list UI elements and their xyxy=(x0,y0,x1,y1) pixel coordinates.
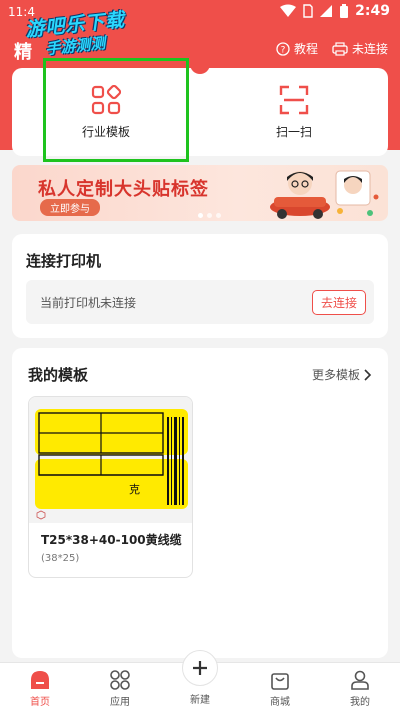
status-icons: 2:49 xyxy=(280,3,390,19)
home-icon xyxy=(31,671,49,689)
tutorial-label: 教程 xyxy=(293,42,318,56)
nav-new[interactable]: 新建 xyxy=(170,691,230,706)
banner-pagination xyxy=(198,213,221,218)
signal-icon xyxy=(320,5,333,17)
page-title: 精 xyxy=(14,42,32,63)
printer-card-title: 连接打印机 xyxy=(26,252,102,270)
banner-dot-1 xyxy=(198,213,203,218)
connect-printer-button[interactable]: 去连接 xyxy=(311,290,366,315)
chevron-right-icon xyxy=(364,368,372,381)
printer-icon xyxy=(332,41,348,56)
nav-shop-label: 商城 xyxy=(270,697,290,708)
plus-icon xyxy=(193,661,207,675)
scan-label: 扫一扫 xyxy=(275,124,312,139)
banner-join-button[interactable]: 立即参与 xyxy=(40,199,100,216)
printer-status-row: 当前打印机未连接 去连接 xyxy=(26,280,374,324)
printer-status-text: 当前打印机未连接 xyxy=(40,296,137,310)
profile-icon xyxy=(351,670,369,690)
shop-bag-icon xyxy=(271,673,289,690)
template-name: T25*38+40-100黄线缆 xyxy=(41,533,182,547)
template-size: (38*25) xyxy=(41,553,80,564)
new-button[interactable] xyxy=(182,650,218,686)
apps-icon xyxy=(110,670,130,690)
nav-home-label: 首页 xyxy=(30,697,50,708)
wifi-icon xyxy=(280,4,297,17)
nav-home[interactable]: 首页 xyxy=(10,669,70,708)
banner-illustration xyxy=(270,170,379,219)
tutorial-button[interactable]: ? 教程 xyxy=(276,40,318,57)
more-templates-label: 更多模板 xyxy=(311,368,360,382)
printer-status-label: 未连接 xyxy=(351,42,388,56)
help-circle-icon: ? xyxy=(276,41,290,56)
nav-apps[interactable]: 应用 xyxy=(90,669,150,708)
template-item[interactable]: 克 T25*38+40-100黄线缆 (38*25) xyxy=(28,396,193,578)
battery-icon xyxy=(340,3,349,18)
scan-button[interactable]: 扫一扫 xyxy=(200,68,388,156)
more-templates-link[interactable]: 更多模板 xyxy=(312,366,372,383)
svg-text:?: ? xyxy=(281,45,286,55)
banner-title: 私人定制大头贴标签 xyxy=(38,179,209,200)
nav-shop[interactable]: 商城 xyxy=(250,669,310,708)
scan-icon xyxy=(279,85,309,114)
printer-card: 连接打印机 当前打印机未连接 去连接 xyxy=(12,234,388,338)
banner-dot-3 xyxy=(216,213,221,218)
label-preview-image: 克 xyxy=(35,409,188,520)
promo-banner[interactable]: 私人定制大头贴标签 立即参与 xyxy=(12,165,388,221)
nav-apps-label: 应用 xyxy=(110,697,130,708)
status-clock: 2:49 xyxy=(355,3,390,19)
header-actions: ? 教程 未连接 xyxy=(276,40,388,57)
label-preview-text: 克 xyxy=(129,483,140,496)
highlight-box xyxy=(43,58,189,162)
nav-new-label: 新建 xyxy=(190,695,210,706)
sim-icon xyxy=(303,4,313,18)
nav-profile-label: 我的 xyxy=(350,697,370,708)
template-preview: 克 xyxy=(29,397,192,523)
my-templates-card: 我的模板 更多模板 克 T25*38+40-100黄线缆 (38*25) xyxy=(12,348,388,658)
banner-dot-2 xyxy=(207,213,212,218)
printer-status-button[interactable]: 未连接 xyxy=(332,40,388,57)
my-templates-title: 我的模板 xyxy=(28,366,89,384)
nav-profile[interactable]: 我的 xyxy=(330,669,390,708)
